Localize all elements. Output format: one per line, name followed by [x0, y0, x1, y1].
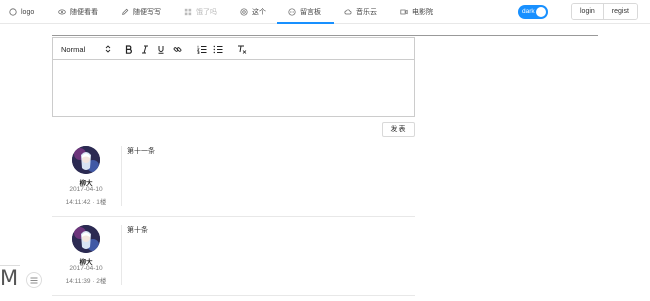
publish-button[interactable]: 发表	[382, 122, 415, 137]
select-arrows-icon	[105, 45, 111, 53]
nav-label: 随便看看	[70, 9, 98, 16]
link-icon	[173, 46, 182, 52]
avatar[interactable]	[72, 146, 100, 174]
comment-separator	[52, 295, 415, 296]
nav-label: 这个	[252, 9, 266, 16]
comment-time: 14:11:42	[65, 199, 91, 206]
avatar-image	[72, 225, 100, 253]
nav-item-browse[interactable]: 随便看看	[58, 0, 98, 24]
comment-meta: 14:11:42 · 1楼	[52, 196, 120, 206]
meta-separator: ·	[92, 199, 95, 206]
nav-item-music[interactable]: 音乐云	[344, 0, 377, 24]
comment-divider	[121, 146, 122, 206]
nav-item-write[interactable]: 随便写写	[121, 0, 161, 24]
format-select-value: Normal	[61, 44, 86, 54]
nav-label: 电影院	[412, 9, 433, 16]
content-divider	[52, 35, 598, 36]
toggle-knob	[536, 7, 546, 17]
editor-content-area[interactable]	[53, 60, 414, 116]
auth-buttons: login regist	[571, 3, 638, 20]
comment-floor: 1楼	[96, 199, 107, 206]
comment-date: 2017-04-10	[69, 186, 103, 193]
bold-icon	[125, 44, 132, 54]
comment-separator	[52, 216, 415, 217]
comment-text: 第十条	[127, 227, 148, 234]
menu-icon	[30, 277, 38, 283]
italic-button[interactable]	[140, 38, 150, 60]
meta-separator: ·	[92, 278, 95, 285]
theme-toggle-label: dark	[522, 8, 535, 15]
menu-button[interactable]	[26, 272, 42, 288]
ordered-list-icon	[196, 45, 206, 54]
nav-item-logo[interactable]: logo	[9, 0, 34, 24]
nav-item-cinema[interactable]: 电影院	[400, 0, 433, 24]
circle-icon	[9, 8, 17, 16]
bold-button[interactable]	[124, 38, 134, 60]
eye-icon	[58, 9, 66, 15]
nav-label: logo	[21, 8, 35, 16]
rich-text-editor: Normal	[52, 37, 415, 117]
nav-label: 音乐云	[356, 9, 377, 16]
format-select[interactable]: Normal	[61, 38, 111, 60]
link-button[interactable]	[172, 38, 183, 60]
theme-toggle[interactable]: dark	[518, 5, 548, 19]
comment-date: 2017-04-10	[69, 265, 103, 272]
underline-icon	[158, 45, 164, 54]
comment-item: 柳大 2017-04-10 14:11:39 · 2楼 第十条	[52, 219, 415, 289]
editor-toolbar: Normal	[53, 38, 414, 60]
cloud-icon	[344, 9, 352, 15]
footer-logo: M	[0, 266, 19, 290]
comment-time: 14:11:39	[65, 278, 91, 285]
underline-button[interactable]	[156, 38, 166, 60]
italic-icon	[142, 45, 148, 53]
bullet-list-icon	[213, 45, 222, 53]
nav-item-guestbook[interactable]: 留言板	[288, 0, 321, 24]
avatar-image	[72, 146, 100, 174]
register-button[interactable]: regist	[602, 4, 637, 19]
nav-item-eleme: 饿了吗	[184, 0, 217, 24]
nav-label: 饿了吗	[196, 9, 217, 16]
grid-icon	[184, 8, 192, 16]
active-tab-indicator	[277, 22, 334, 24]
comment-text: 第十一条	[127, 148, 155, 155]
bullet-list-button[interactable]	[212, 38, 223, 60]
clear-format-icon	[237, 45, 246, 54]
comment-meta: 14:11:39 · 2楼	[52, 275, 120, 285]
comment-floor: 2楼	[96, 278, 107, 285]
edit-icon	[122, 8, 129, 15]
message-icon	[288, 8, 296, 16]
comment-item: 柳大 2017-04-10 14:11:42 · 1楼 第十一条	[52, 140, 415, 210]
login-button[interactable]: login	[572, 4, 603, 19]
avatar[interactable]	[72, 225, 100, 253]
clear-format-button[interactable]	[236, 38, 247, 60]
target-icon	[240, 8, 248, 16]
ordered-list-button[interactable]	[196, 38, 207, 60]
video-icon	[400, 9, 408, 15]
nav-item-this[interactable]: 这个	[240, 0, 266, 24]
nav-label: 留言板	[300, 9, 321, 16]
comment-divider	[121, 225, 122, 285]
top-nav: logo 随便看看 随便写写 饿了吗 这个 留言板 音乐云 电影院 dark l…	[0, 0, 650, 24]
nav-label: 随便写写	[133, 9, 161, 16]
